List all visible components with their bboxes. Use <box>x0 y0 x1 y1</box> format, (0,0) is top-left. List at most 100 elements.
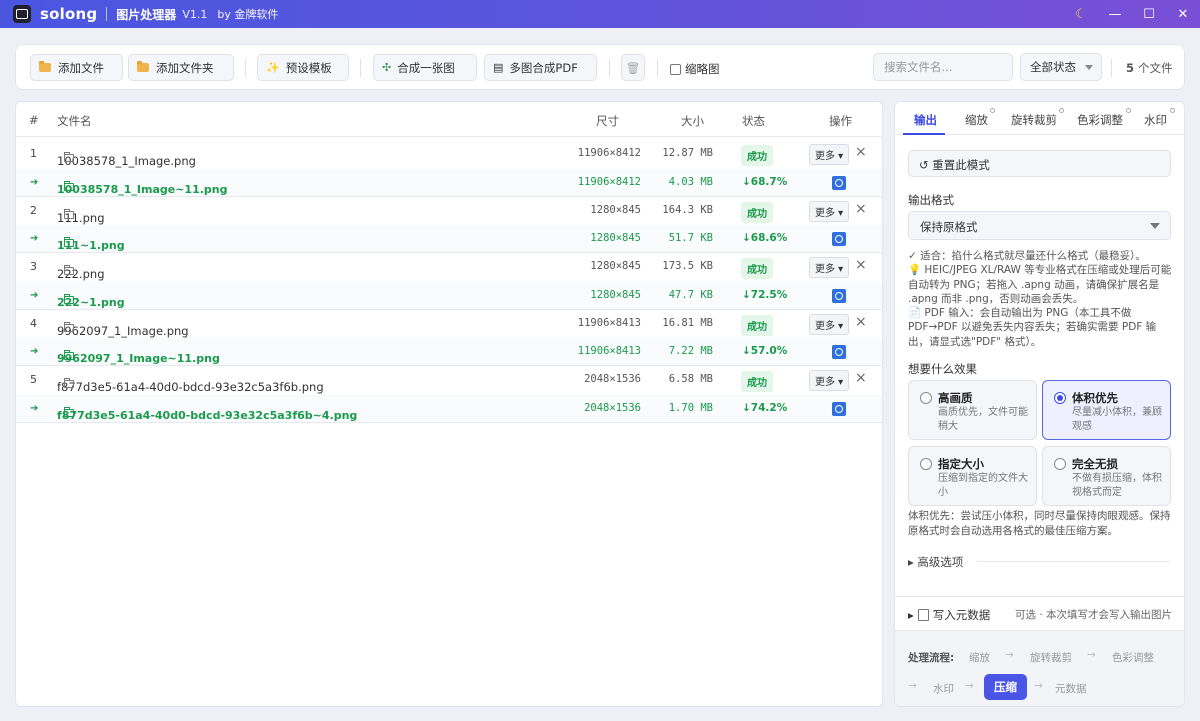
output-format-select[interactable]: 保持原格式 <box>908 211 1171 240</box>
table-row[interactable]: 4 9962097_1_Image.png 11906×8413 16.81 MB 成功… <box>16 309 882 338</box>
option-lossless[interactable]: 完全无损 不做有损压缩，体积视格式而定 <box>1042 446 1171 506</box>
row-index: 1 <box>30 147 37 160</box>
file-count: 5 个文件 <box>1126 60 1173 76</box>
preset-template-button[interactable]: ✨ 预设模板 <box>257 54 349 81</box>
option-desc: 画质优先，文件可能稍大 <box>938 407 1028 432</box>
option-high-quality[interactable]: 高画质 画质优先，文件可能稍大 <box>908 380 1037 440</box>
table-row[interactable]: 3 222.png 1280×845 173.5 KB 成功 更多 ▾ × <box>16 253 882 281</box>
flow-step-compress[interactable]: 压缩 <box>984 674 1027 700</box>
add-folder-button[interactable]: 添加文件夹 <box>128 54 234 81</box>
folder-open-icon[interactable] <box>64 378 74 388</box>
table-header: # 文件名 尺寸 大小 状态 操作 <box>16 102 882 137</box>
file-name-text: 9962097_1_Image.png <box>57 323 189 338</box>
search-input[interactable]: 搜索文件名... <box>873 53 1013 81</box>
metadata-toggle[interactable]: ▸ 写入元数据 <box>908 607 990 623</box>
option-target-size[interactable]: 指定大小 压缩到指定的文件大小 <box>908 446 1037 506</box>
preview-icon[interactable] <box>832 401 846 416</box>
merge-pdf-button[interactable]: ▤ 多图合成PDF <box>484 54 597 81</box>
remove-row-icon[interactable]: × <box>855 314 867 330</box>
option-desc: 压缩到指定的文件大小 <box>938 473 1028 498</box>
remove-row-icon[interactable]: × <box>855 257 867 273</box>
result-row[interactable]: ➔ 10038578_1_Image~11.png 11906×8412 4.03 M… <box>16 168 882 197</box>
app-author: by 金牌软件 <box>217 8 279 21</box>
advanced-options-toggle[interactable]: ▸ 高级选项 <box>908 554 963 570</box>
remove-row-icon[interactable]: × <box>855 201 867 217</box>
preview-icon[interactable] <box>832 232 846 246</box>
tab-scale[interactable]: 缩放 <box>965 112 988 128</box>
trash-button[interactable]: 🗑 <box>621 54 645 81</box>
radio-lossless[interactable] <box>1054 458 1066 470</box>
arrow-right-icon: → <box>1005 649 1014 661</box>
tab-output[interactable]: 输出 <box>914 112 937 128</box>
radio-target-size[interactable] <box>920 458 932 470</box>
result-row[interactable]: ➔ 222~1.png 1280×845 47.7 KB ↓72.5% <box>16 281 882 310</box>
maximize-button[interactable]: ☐ <box>1132 0 1166 28</box>
folder-open-icon[interactable] <box>64 321 74 332</box>
table-row[interactable]: 5 f877d3e5-61a4-40d0-bdcd-93e32c5a3f6b.pn… <box>16 366 882 394</box>
col-actions: 操作 <box>829 114 852 128</box>
folder-open-icon[interactable] <box>64 208 74 219</box>
merge-one-button[interactable]: ✣ 合成一张图 <box>373 54 477 81</box>
remove-row-icon[interactable]: × <box>855 144 867 160</box>
format-note-pdf: 📄 PDF 输入：会自动输出为 PNG（本工具不做 PDF→PDF 以避免丢失内… <box>908 307 1157 348</box>
minimize-button[interactable]: — <box>1098 0 1132 28</box>
preview-icon[interactable] <box>832 175 846 190</box>
window-controls: ☾ — ☐ ✕ <box>1064 0 1200 28</box>
close-button[interactable]: ✕ <box>1166 0 1200 28</box>
folder-open-icon[interactable] <box>64 180 74 191</box>
option-size-priority[interactable]: 体积优先 尽量减小体积，兼顾观感 <box>1042 380 1171 440</box>
table-row[interactable]: 1 10038578_1_Image.png 11906×8412 12.87 MB 成… <box>16 140 882 168</box>
flow-step-rotate-crop[interactable]: 旋转裁剪 <box>1030 650 1072 665</box>
status-filter-select[interactable]: 全部状态 <box>1020 53 1102 81</box>
toolbar: 添加文件 添加文件夹 ✨ 预设模板 ✣ 合成一张图 ▤ 多图合成PDF 🗑 缩略… <box>15 44 1185 90</box>
more-menu-button[interactable]: 更多 ▾ <box>809 200 850 222</box>
tab-watermark[interactable]: 水印 <box>1144 112 1167 128</box>
more-menu-button[interactable]: 更多 ▾ <box>809 313 850 335</box>
folder-open-icon[interactable] <box>64 152 74 162</box>
arrow-right-icon: ➔ <box>30 289 39 301</box>
metadata-label: 写入元数据 <box>932 608 991 622</box>
folder-open-icon[interactable] <box>64 265 74 275</box>
reset-mode-button[interactable]: ↺ 重置此模式 <box>908 150 1171 177</box>
file-count-suffix: 个文件 <box>1138 61 1173 75</box>
radio-high-quality[interactable] <box>920 392 932 404</box>
format-note-heic: 💡 HEIC/JPEG XL/RAW 等专业格式在压缩或处理后可能自动转为 PN… <box>908 264 1172 305</box>
remove-row-icon[interactable]: × <box>855 370 867 386</box>
result-row[interactable]: ➔ 9962097_1_Image~11.png 11906×8413 7.22 MB… <box>16 338 882 366</box>
flow-step-color[interactable]: 色彩调整 <box>1112 650 1154 665</box>
option-title: 高画质 <box>938 391 973 405</box>
folder-open-icon[interactable] <box>64 406 74 417</box>
result-row[interactable]: ➔ 111~1.png 1280×845 51.7 KB ↓68.6% <box>16 225 882 253</box>
result-file-name-text: f877d3e5-61a4-40d0-bdcd-93e32c5a3f6b~4.p… <box>57 408 358 422</box>
flow-step-watermark[interactable]: 水印 <box>933 681 954 696</box>
file-size: 6.58 MB <box>668 373 713 385</box>
result-size: 1.70 MB <box>668 401 713 414</box>
flow-step-scale[interactable]: 缩放 <box>969 650 990 665</box>
file-dimensions: 1280×845 <box>590 260 641 272</box>
radio-size-priority[interactable] <box>1054 392 1066 404</box>
row-index: 2 <box>30 203 37 217</box>
folder-open-icon[interactable] <box>64 237 74 247</box>
preview-icon[interactable] <box>832 288 846 303</box>
moon-icon[interactable]: ☾ <box>1064 0 1098 28</box>
toolbar-divider <box>360 59 361 77</box>
result-row[interactable]: ➔ f877d3e5-61a4-40d0-bdcd-93e32c5a3f6b~4.… <box>16 394 882 423</box>
thumbnail-toggle[interactable]: 缩略图 <box>670 61 720 77</box>
toolbar-divider <box>609 59 610 77</box>
folder-open-icon[interactable] <box>64 350 74 360</box>
preview-icon[interactable] <box>832 345 846 359</box>
arrow-right-icon: ➔ <box>30 176 39 188</box>
row-index: 5 <box>30 373 37 386</box>
more-menu-button[interactable]: 更多 ▾ <box>809 257 850 278</box>
folder-open-icon[interactable] <box>64 293 74 304</box>
add-file-button[interactable]: 添加文件 <box>30 54 123 81</box>
folder-icon <box>137 61 149 72</box>
table-row[interactable]: 2 111.png 1280×845 164.3 KB 成功 更多 ▾ × <box>16 196 882 225</box>
more-menu-button[interactable]: 更多 ▾ <box>809 144 850 165</box>
tab-color-adjust[interactable]: 色彩调整 <box>1077 112 1123 128</box>
tab-rotate-crop[interactable]: 旋转裁剪 <box>1011 112 1057 128</box>
thumbnail-checkbox[interactable] <box>670 63 681 75</box>
option-title: 体积优先 <box>1072 391 1118 405</box>
flow-step-metadata[interactable]: 元数据 <box>1055 681 1087 696</box>
more-menu-button[interactable]: 更多 ▾ <box>809 370 850 391</box>
